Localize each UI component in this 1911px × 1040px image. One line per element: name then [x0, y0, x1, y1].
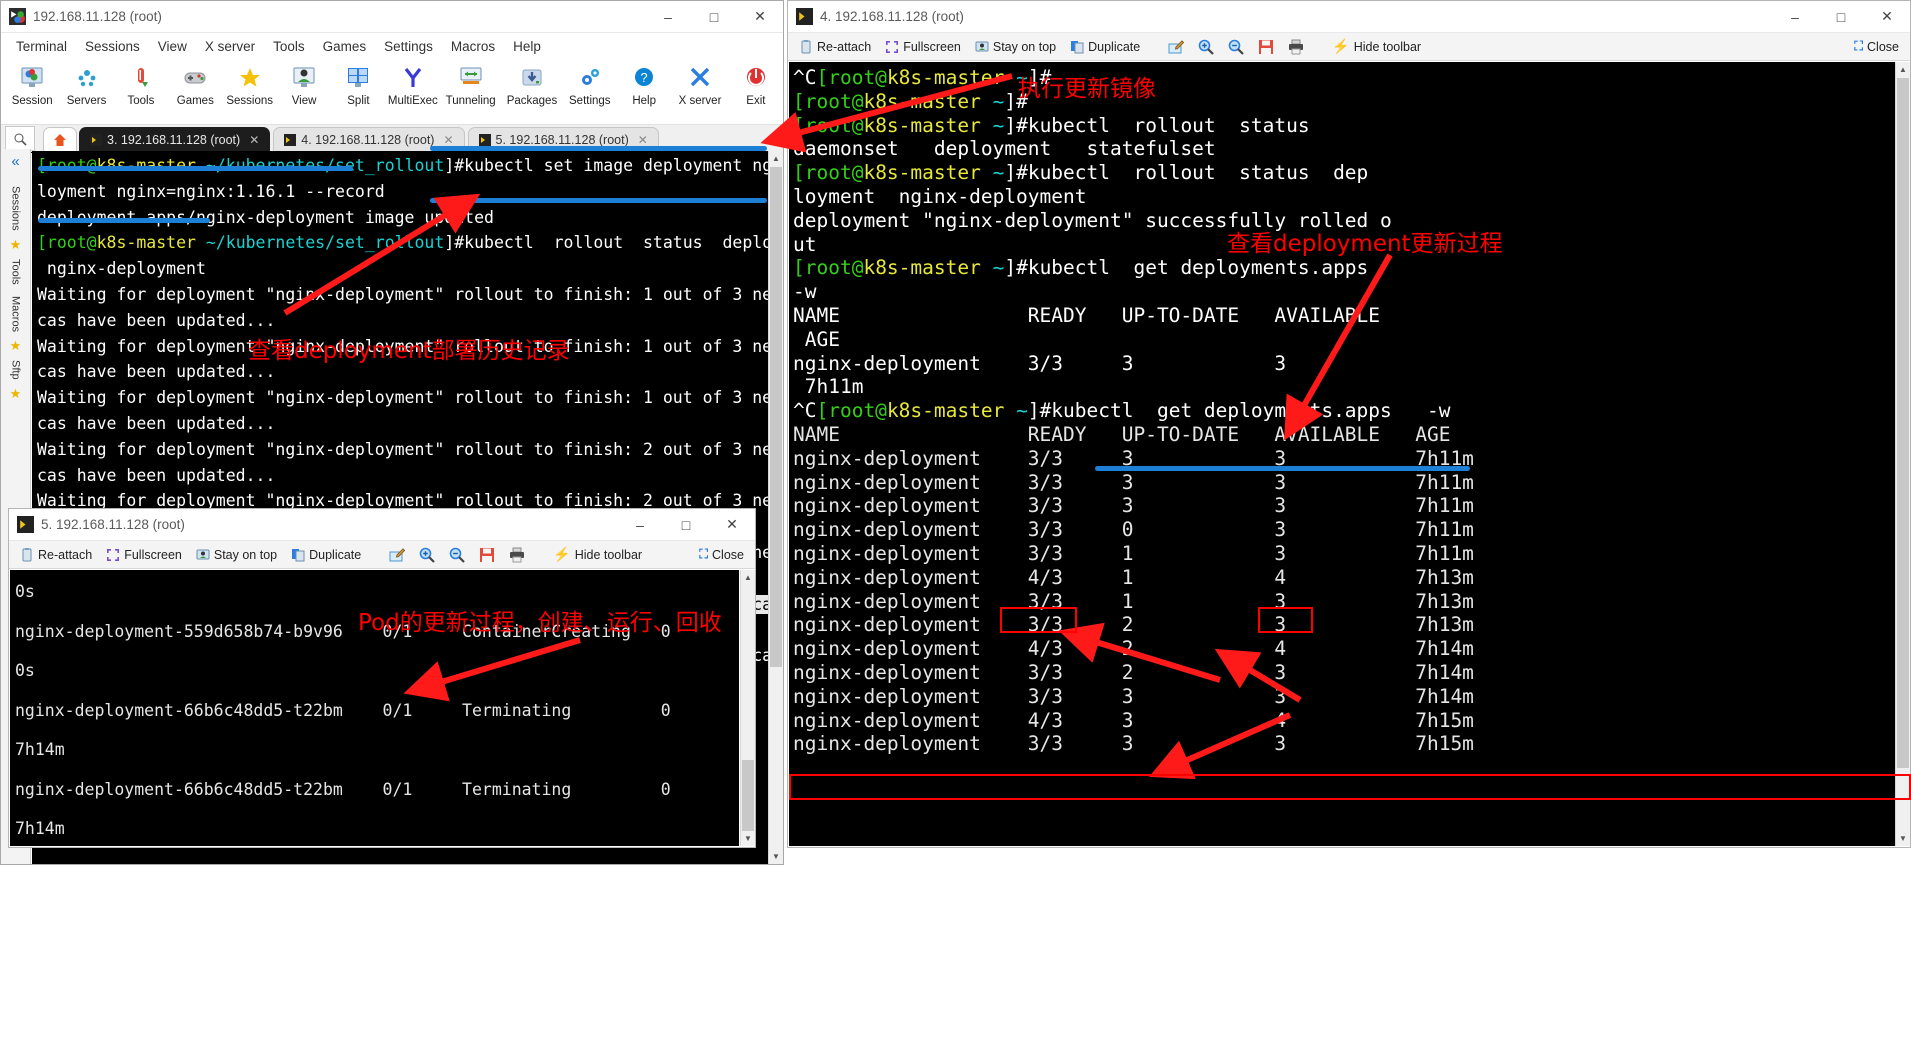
arrow-to-set-image	[760, 73, 1013, 153]
highlight-box-final-row	[789, 774, 1911, 800]
highlight-box-ready-4of3	[1000, 607, 1077, 633]
arrow-to-deployments-table	[1284, 253, 1393, 441]
arrow-to-terminating-rows	[403, 637, 581, 702]
annotation-arrows	[283, 73, 1393, 780]
arrow-to-rollout-status	[283, 193, 481, 316]
highlight-box-available-4	[1258, 607, 1313, 633]
arrow-to-final-row	[1149, 712, 1292, 780]
arrow-to-available-4	[1214, 648, 1302, 703]
arrow-to-ready-4of3	[1058, 622, 1221, 683]
